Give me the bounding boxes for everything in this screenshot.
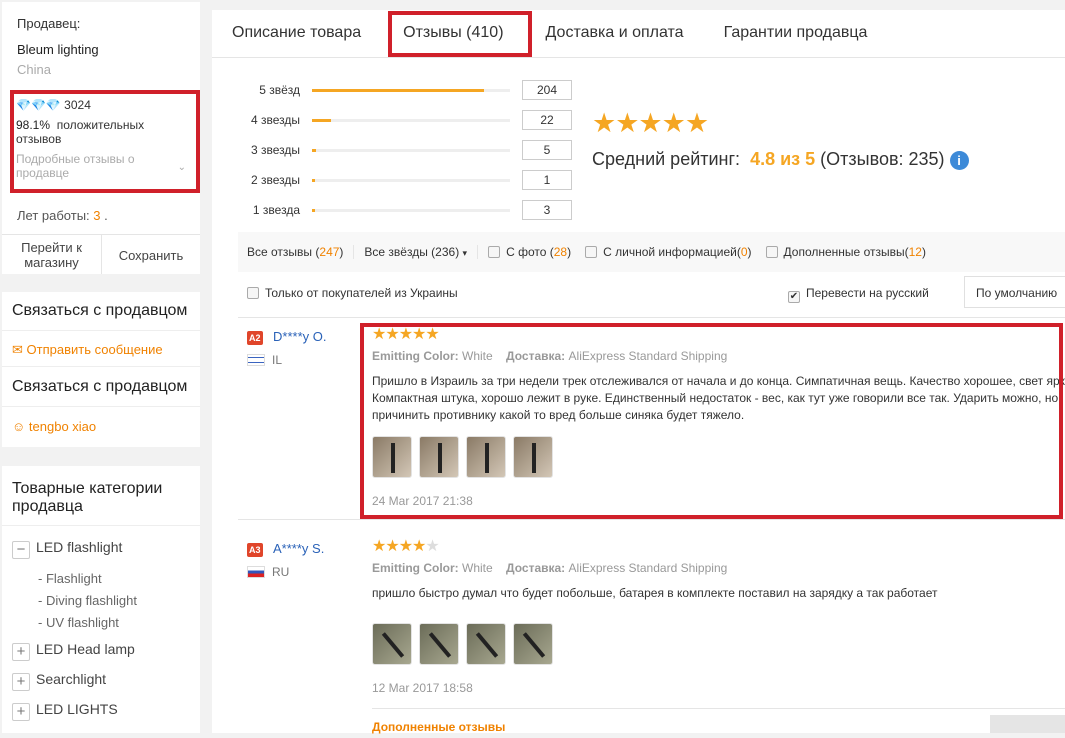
rating-bar-fill [312, 149, 317, 152]
filter-ukraine[interactable]: Только от покупателей из Украины [247, 286, 458, 300]
rating-row[interactable]: 4 звезды 22 [212, 110, 582, 132]
rating-label: 1 звезда [252, 203, 300, 217]
reviewer-name[interactable]: D****y O. [273, 329, 326, 344]
tab-bar: Описание товара Отзывы (410) Доставка и … [212, 10, 1065, 58]
tab-shipping[interactable]: Доставка и оплата [526, 10, 704, 57]
average-rating: Средний рейтинг: 4.8 из 5 (Отзывов: 235)… [592, 149, 969, 170]
filter-photo[interactable]: С фото (28) [478, 245, 581, 259]
send-message-link[interactable]: ✉ Отправить сообщение [12, 342, 163, 358]
save-button[interactable]: Сохранить [102, 235, 200, 274]
category-led-flashlight[interactable]: − LED flashlight [12, 539, 122, 559]
category-item[interactable]: + LED LIGHTS [12, 701, 118, 721]
highlight-box [360, 323, 1063, 519]
contact-title-2: Связаться с продавцом [12, 378, 188, 395]
subcategory-item[interactable]: - Flashlight [38, 568, 137, 590]
rating-bar-track [312, 149, 510, 152]
rating-row[interactable]: 1 звезда 3 [212, 200, 582, 222]
contact-panel: Связаться с продавцом ✉ Отправить сообще… [2, 292, 200, 447]
added-reviews-label: Дополненные отзывы [372, 720, 506, 734]
translate-toggle[interactable]: ✔ Перевести на русский [788, 286, 929, 303]
review-photo[interactable] [466, 623, 506, 665]
review-text: пришло быстро думал что будет побольше, … [372, 586, 938, 600]
rating-label: 2 звезды [250, 173, 300, 187]
filter-added[interactable]: Дополненные отзывы(12) [756, 245, 936, 259]
rating-bar-fill [312, 179, 315, 182]
seller-country: China [17, 62, 51, 77]
main-content: Описание товара Отзывы (410) Доставка и … [212, 10, 1065, 734]
review-date: 12 Mar 2017 18:58 [372, 681, 473, 695]
rating-bar-track [312, 209, 510, 212]
review-stars: ★★★★★ [372, 538, 440, 555]
rating-count: 204 [522, 80, 572, 100]
rating-bar-fill [312, 89, 484, 92]
review-attributes: Emitting Color: White Доставка: AliExpre… [372, 561, 728, 575]
filter-personal[interactable]: С личной информацией(0) [581, 245, 755, 259]
categories-panel: Товарные категории продавца − LED flashli… [2, 466, 200, 733]
reviewer-country: RU [272, 565, 290, 579]
flag-icon [247, 566, 265, 578]
rating-label: 4 звезды [250, 113, 300, 127]
review-photos [372, 623, 560, 670]
plus-icon[interactable]: + [12, 643, 30, 661]
categories-title: Товарные категории продавца [12, 480, 163, 515]
rating-bar-fill [312, 119, 331, 122]
plus-icon[interactable]: + [12, 673, 30, 691]
rating-row[interactable]: 5 звёзд 204 [212, 80, 582, 102]
rating-count: 1 [522, 170, 572, 190]
minus-icon[interactable]: − [12, 541, 30, 559]
rating-label: 5 звёзд [259, 83, 300, 97]
sort-dropdown[interactable]: По умолчанию [964, 276, 1065, 308]
filter-bar: Все отзывы (247) Все звёзды (236) ▾ С фо… [238, 232, 1065, 272]
subcategory-item[interactable]: - UV flashlight [38, 612, 137, 634]
contact-title: Связаться с продавцом [12, 302, 188, 319]
goto-store-button[interactable]: Перейти к магазину [2, 235, 102, 274]
reviewer-country: IL [272, 353, 283, 367]
rating-count: 22 [522, 110, 572, 130]
seller-name[interactable]: Bleum lighting [17, 42, 99, 57]
rating-row[interactable]: 2 звезды 1 [212, 170, 582, 192]
agent-link[interactable]: ☺ tengbo xiao [12, 419, 96, 434]
plus-icon[interactable]: + [12, 703, 30, 721]
level-badge: A3 [247, 543, 263, 557]
filter-stars-dropdown[interactable]: Все звёзды (236) ▾ [354, 245, 479, 259]
seller-label: Продавец: [17, 16, 81, 31]
review-photo[interactable] [372, 623, 412, 665]
reviewer-name[interactable]: A****y S. [273, 541, 324, 556]
rating-row[interactable]: 3 звезды 5 [212, 140, 582, 162]
chevron-down-icon: ▾ [462, 248, 468, 258]
envelope-icon: ✉ [12, 342, 23, 357]
smile-icon: ☺ [12, 419, 26, 434]
rating-count: 5 [522, 140, 572, 160]
subcategory-list: - Flashlight - Diving flashlight - UV fl… [38, 568, 137, 634]
rating-bar-track [312, 179, 510, 182]
rating-bar-track [312, 119, 510, 122]
level-badge: A2 [247, 331, 263, 345]
filter-all[interactable]: Все отзывы (247) [238, 245, 355, 259]
rating-bar-fill [312, 209, 315, 212]
tab-guarantees[interactable]: Гарантии продавца [704, 10, 888, 57]
highlight-box [10, 90, 200, 193]
rating-bar-track [312, 89, 510, 92]
checkbox[interactable] [247, 287, 259, 299]
seller-panel: Продавец: Bleum lighting China 💎💎💎 3024 … [2, 2, 200, 274]
subcategory-item[interactable]: - Diving flashlight [38, 590, 137, 612]
review-photo[interactable] [419, 623, 459, 665]
category-item[interactable]: + Searchlight [12, 671, 106, 691]
checkbox[interactable] [765, 246, 778, 258]
tab-description[interactable]: Описание товара [212, 10, 381, 57]
checkbox[interactable] [585, 246, 598, 258]
checkbox[interactable] [488, 246, 501, 258]
flag-icon [247, 354, 265, 366]
highlight-box [388, 11, 532, 57]
review-item: A3 A****y S. RU ★★★★★ Emitting Color: Wh… [212, 538, 1065, 738]
rating-label: 3 звезды [250, 143, 300, 157]
average-stars: ★★★★★ [592, 108, 709, 138]
feedback-button[interactable] [990, 715, 1065, 733]
review-photo[interactable] [513, 623, 553, 665]
checkbox-checked[interactable]: ✔ [788, 291, 800, 303]
info-icon[interactable]: i [949, 151, 969, 170]
years-working: Лет работы: 3 . [17, 208, 108, 223]
rating-count: 3 [522, 200, 572, 220]
category-item[interactable]: + LED Head lamp [12, 641, 135, 661]
